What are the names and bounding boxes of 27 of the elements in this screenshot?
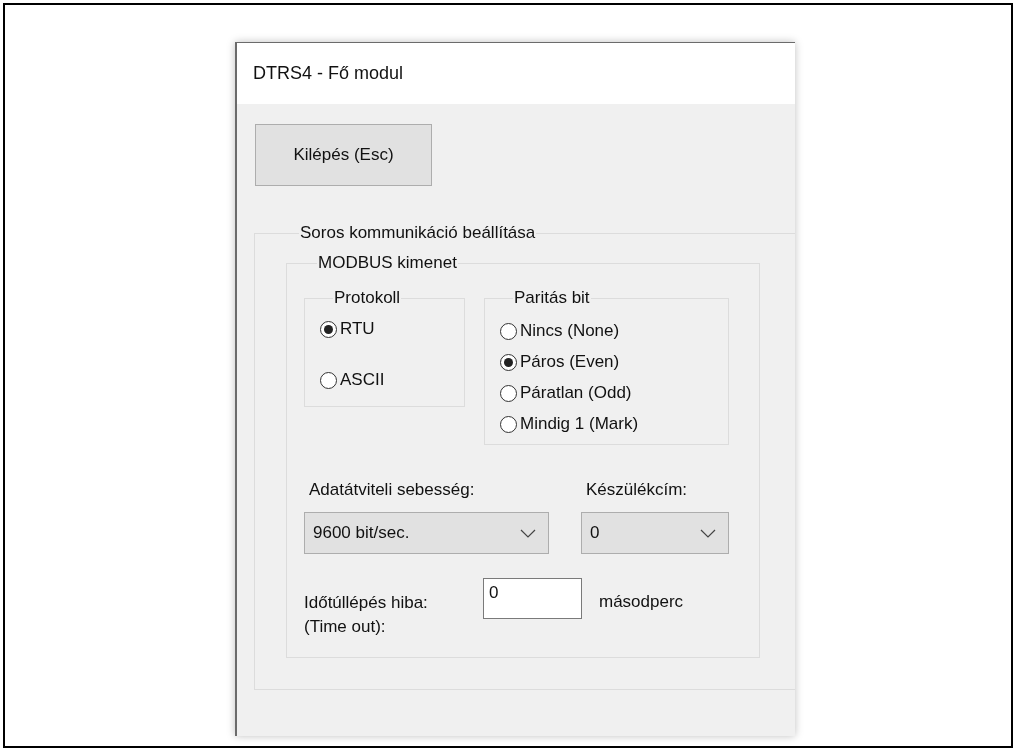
- field-label: Készülékcím:: [585, 481, 689, 499]
- radio-button[interactable]: Páros (Even): [500, 351, 728, 373]
- dropdown[interactable]: 9600 bit/sec.: [304, 512, 549, 554]
- radio-button[interactable]: Nincs (None): [500, 320, 728, 342]
- radio-label: Páratlan (Odd): [520, 382, 632, 404]
- exit-button[interactable]: Kilépés (Esc): [255, 124, 432, 186]
- field-label: Időtúllépés hiba: (Time out):: [304, 592, 429, 638]
- dropdown[interactable]: 0: [581, 512, 729, 554]
- group-title: Soros kommunikáció beállítása: [300, 223, 536, 242]
- group-title: MODBUS kimenet: [318, 253, 457, 272]
- radio-label: Nincs (None): [520, 320, 620, 342]
- group-title: Protokoll: [334, 288, 401, 307]
- radio-button[interactable]: Mindig 1 (Mark): [500, 413, 728, 435]
- unit-label: másodperc: [599, 593, 684, 611]
- radio-button[interactable]: RTU: [320, 318, 464, 340]
- field-label: Adatátviteli sebesség:: [308, 481, 476, 499]
- radio-label: Páros (Even): [520, 351, 620, 373]
- chevron-down-icon: [520, 528, 536, 538]
- radio-label: ASCII: [340, 369, 385, 391]
- input-field[interactable]: 0: [483, 578, 582, 619]
- window-title: DTRS4 - Fő modul: [253, 62, 404, 85]
- radio-label: RTU: [340, 318, 375, 340]
- radio-button[interactable]: Páratlan (Odd): [500, 382, 728, 404]
- group-title: Paritás bit: [514, 288, 590, 307]
- radio-label: Mindig 1 (Mark): [520, 413, 639, 435]
- chevron-down-icon: [700, 528, 716, 538]
- radio-button[interactable]: ASCII: [320, 369, 464, 391]
